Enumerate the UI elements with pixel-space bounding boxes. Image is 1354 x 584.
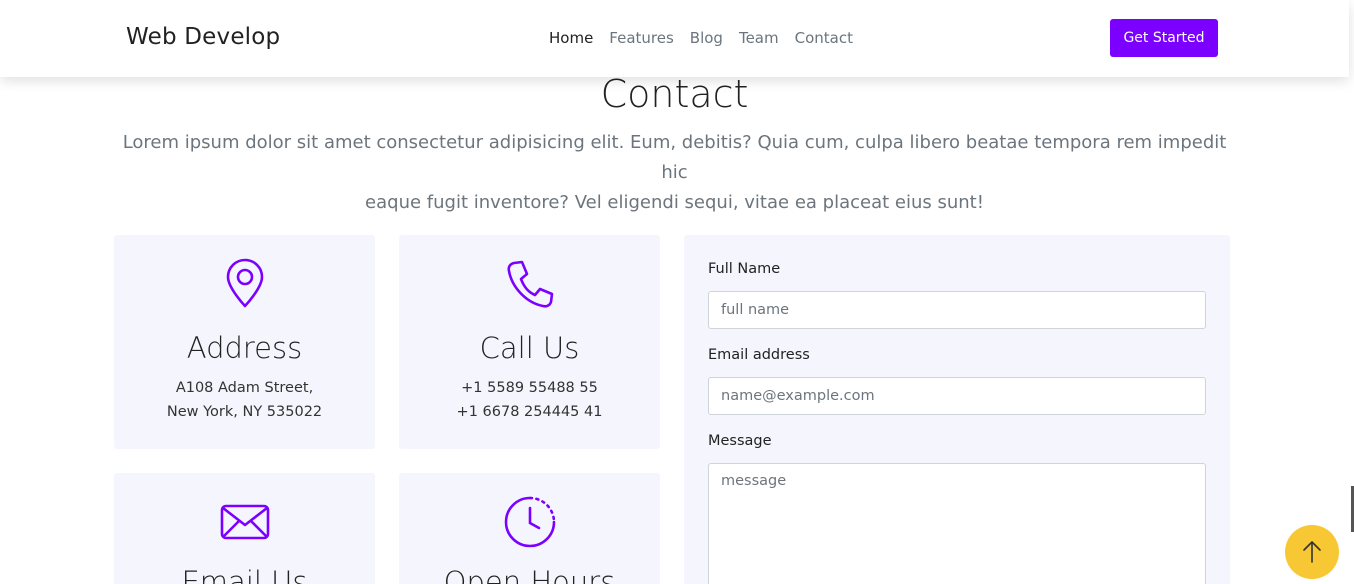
message-placeholder: message <box>721 473 787 489</box>
get-started-button[interactable]: Get Started <box>1110 19 1218 57</box>
email-label: Email address <box>708 347 810 363</box>
email-placeholder: name@example.com <box>721 388 875 404</box>
envelope-icon <box>220 504 269 540</box>
section-description-line-1: Lorem ipsum dolor sit amet consectetur a… <box>122 132 1227 183</box>
open-hours-title: Open Hours <box>443 565 616 584</box>
message-label: Message <box>708 433 772 449</box>
map-pin-icon <box>226 258 263 308</box>
address-line-1: A108 Adam Street, <box>175 380 314 396</box>
section-title: Contact <box>600 72 749 116</box>
message-textarea[interactable]: message <box>708 463 1206 584</box>
address-title: Address <box>186 331 303 365</box>
call-us-title: Call Us <box>479 331 580 365</box>
nav-link-team[interactable]: Team <box>739 29 779 47</box>
section-description-line-2: eaque fugit inventore? Vel eligendi sequ… <box>365 192 984 213</box>
nav-links: Home Features Blog Team Contact <box>549 29 853 47</box>
email-us-card: Email Us <box>114 473 375 584</box>
arrow-up-icon <box>1303 541 1321 563</box>
phone-icon <box>506 260 553 308</box>
nav-link-contact[interactable]: Contact <box>795 29 853 47</box>
navbar: Web Develop Home Features Blog Team Cont… <box>0 0 1349 77</box>
clock-icon <box>504 496 555 548</box>
address-card: Address A108 Adam Street, New York, NY 5… <box>114 235 375 449</box>
call-us-card: Call Us +1 5589 55488 55 +1 6678 254445 … <box>399 235 660 449</box>
address-line-2: New York, NY 535022 <box>166 404 323 420</box>
full-name-input[interactable]: full name <box>708 291 1206 329</box>
phone-line-2: +1 6678 254445 41 <box>456 404 603 420</box>
scroll-to-top-button[interactable] <box>1285 525 1339 579</box>
section-description: Lorem ipsum dolor sit amet consectetur a… <box>110 128 1239 218</box>
contact-form: Full Name full name Email address name@e… <box>684 235 1230 584</box>
email-us-title: Email Us <box>181 565 308 584</box>
email-input[interactable]: name@example.com <box>708 377 1206 415</box>
nav-link-home[interactable]: Home <box>549 29 593 47</box>
nav-link-features[interactable]: Features <box>609 29 674 47</box>
brand-logo[interactable]: Web Develop <box>126 24 280 50</box>
full-name-label: Full Name <box>708 261 781 277</box>
nav-link-blog[interactable]: Blog <box>690 29 723 47</box>
open-hours-card: Open Hours <box>399 473 660 584</box>
full-name-placeholder: full name <box>721 302 790 318</box>
phone-line-1: +1 5589 55488 55 <box>461 380 598 396</box>
